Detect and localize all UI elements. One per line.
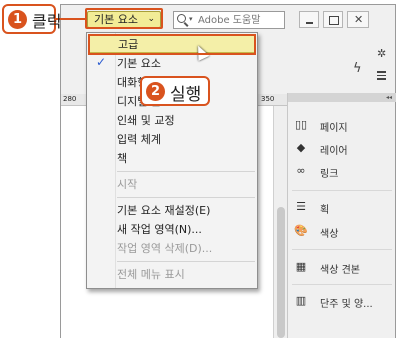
paragraph-styles-icon: ▥ [295, 294, 307, 307]
panel-item-label: 색상 견본 [320, 265, 360, 276]
swatches-icon: ▦ [295, 260, 307, 273]
step2-target-highlight [88, 34, 256, 55]
stroke-icon: ☰ [296, 200, 306, 213]
panel-menu-icon[interactable] [377, 71, 386, 82]
checkmark-icon: ✓ [96, 55, 107, 69]
menu-item-new-workspace[interactable]: 새 작업 영역(N)... [117, 221, 202, 239]
panel-item-swatches[interactable]: ▦ 색상 견본 [294, 259, 394, 277]
minimize-button[interactable] [299, 11, 319, 28]
help-search-input[interactable] [198, 13, 282, 27]
step-number-badge: 2 [146, 82, 165, 101]
step1-highlight-box [85, 8, 163, 29]
search-icon [177, 14, 186, 23]
panel-item-pages[interactable]: ▯▯ 페이지 [294, 117, 394, 135]
menu-item-print-proofing[interactable]: 인쇄 및 교정 [117, 112, 175, 130]
panel-item-label: 링크 [320, 169, 339, 180]
step-number-badge: 1 [8, 10, 27, 29]
panel-item-layers[interactable]: ◆ 레이어 [294, 140, 394, 158]
panel-item-label: 획 [320, 205, 330, 216]
panel-dock: ◂◂ ▯▯ 페이지 ◆ 레이어 ∞ 링크 ☰ 획 🎨 색상 ▦ 색상 견본 ▥ [287, 93, 396, 338]
menu-item-delete-workspace: 작업 영역 삭제(D)... [117, 242, 213, 255]
panel-item-label: 단주 및 양... [320, 299, 373, 310]
menu-divider [117, 171, 255, 172]
panel-item-label: 페이지 [320, 123, 348, 134]
callout-step1: 1 클릭 [2, 4, 61, 34]
workspace-dropdown-menu: 고급 ✓ 기본 요소 대화형 디지털 출판 인쇄 및 교정 입력 체계 책 시작… [86, 32, 258, 289]
pages-icon: ▯▯ [294, 118, 308, 131]
panel-item-paragraph-styles[interactable]: ▥ 단주 및 양... [294, 293, 394, 311]
panel-divider [292, 284, 392, 285]
lightning-icon[interactable]: ϟ [353, 61, 362, 76]
control-strip: ✲ ϟ [287, 31, 395, 93]
vertical-scrollbar[interactable] [273, 106, 287, 338]
panel-divider [292, 190, 392, 191]
panel-item-stroke[interactable]: ☰ 획 [294, 199, 394, 217]
callout-text: 실행 [170, 85, 202, 105]
gear-icon[interactable]: ✲ [377, 47, 386, 60]
menu-item-start: 시작 [117, 178, 138, 191]
panel-divider [292, 249, 392, 250]
menu-item-typography[interactable]: 입력 체계 [117, 131, 161, 149]
panel-item-label: 색상 [320, 229, 339, 240]
menu-divider [117, 261, 255, 262]
links-icon: ∞ [296, 164, 306, 177]
dock-collapse-button[interactable]: ◂◂ [288, 93, 396, 102]
callout-text: 클릭 [32, 12, 62, 31]
scrollbar-thumb[interactable] [277, 207, 285, 338]
panel-item-label: 레이어 [320, 146, 348, 157]
menu-divider [117, 197, 255, 198]
color-palette-icon: 🎨 [294, 224, 308, 237]
callout-step2: 2 실행 [140, 76, 210, 106]
search-options-caret-icon[interactable]: ▾ [189, 15, 193, 23]
layers-icon: ◆ [296, 141, 306, 154]
maximize-button[interactable] [323, 11, 343, 28]
ruler-mark-right: 350 [261, 95, 275, 103]
menu-item-reset-essentials[interactable]: 기본 요소 재설정(E) [117, 202, 210, 220]
close-button[interactable]: ✕ [347, 11, 369, 28]
menu-item-show-full-menus[interactable]: 전체 메뉴 표시 [117, 266, 185, 284]
panel-item-color[interactable]: 🎨 색상 [294, 223, 394, 241]
ruler-mark-left: 280 [63, 95, 77, 103]
menu-item-book[interactable]: 책 [117, 150, 127, 168]
help-search-box[interactable]: ▾ [173, 11, 285, 29]
close-icon: ✕ [354, 13, 364, 26]
menu-gutter [115, 33, 116, 288]
panel-item-links[interactable]: ∞ 링크 [294, 163, 394, 181]
menu-item-essentials[interactable]: 기본 요소 [117, 55, 161, 73]
